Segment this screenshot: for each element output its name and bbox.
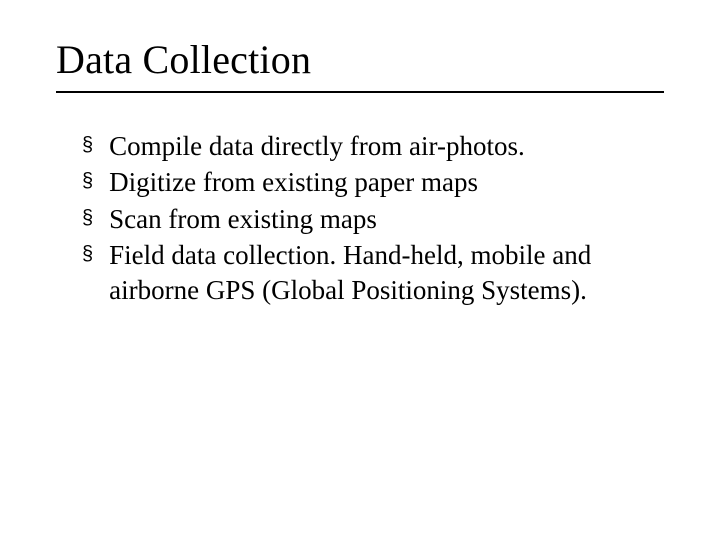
section-icon: §: [82, 169, 93, 195]
list-item-text: Compile data directly from air-photos.: [109, 129, 664, 164]
list-item: § Digitize from existing paper maps: [82, 165, 664, 200]
title-underline: [56, 91, 664, 93]
list-item-text: Scan from existing maps: [109, 202, 664, 237]
section-icon: §: [82, 242, 93, 268]
slide-title: Data Collection: [56, 36, 664, 83]
list-item: § Scan from existing maps: [82, 202, 664, 237]
list-item: § Compile data directly from air-photos.: [82, 129, 664, 164]
list-item: § Field data collection. Hand-held, mobi…: [82, 238, 664, 307]
section-icon: §: [82, 206, 93, 232]
bullet-list: § Compile data directly from air-photos.…: [56, 129, 664, 308]
section-icon: §: [82, 133, 93, 159]
slide: Data Collection § Compile data directly …: [0, 0, 720, 540]
list-item-text: Digitize from existing paper maps: [109, 165, 664, 200]
list-item-text: Field data collection. Hand-held, mobile…: [109, 238, 664, 307]
